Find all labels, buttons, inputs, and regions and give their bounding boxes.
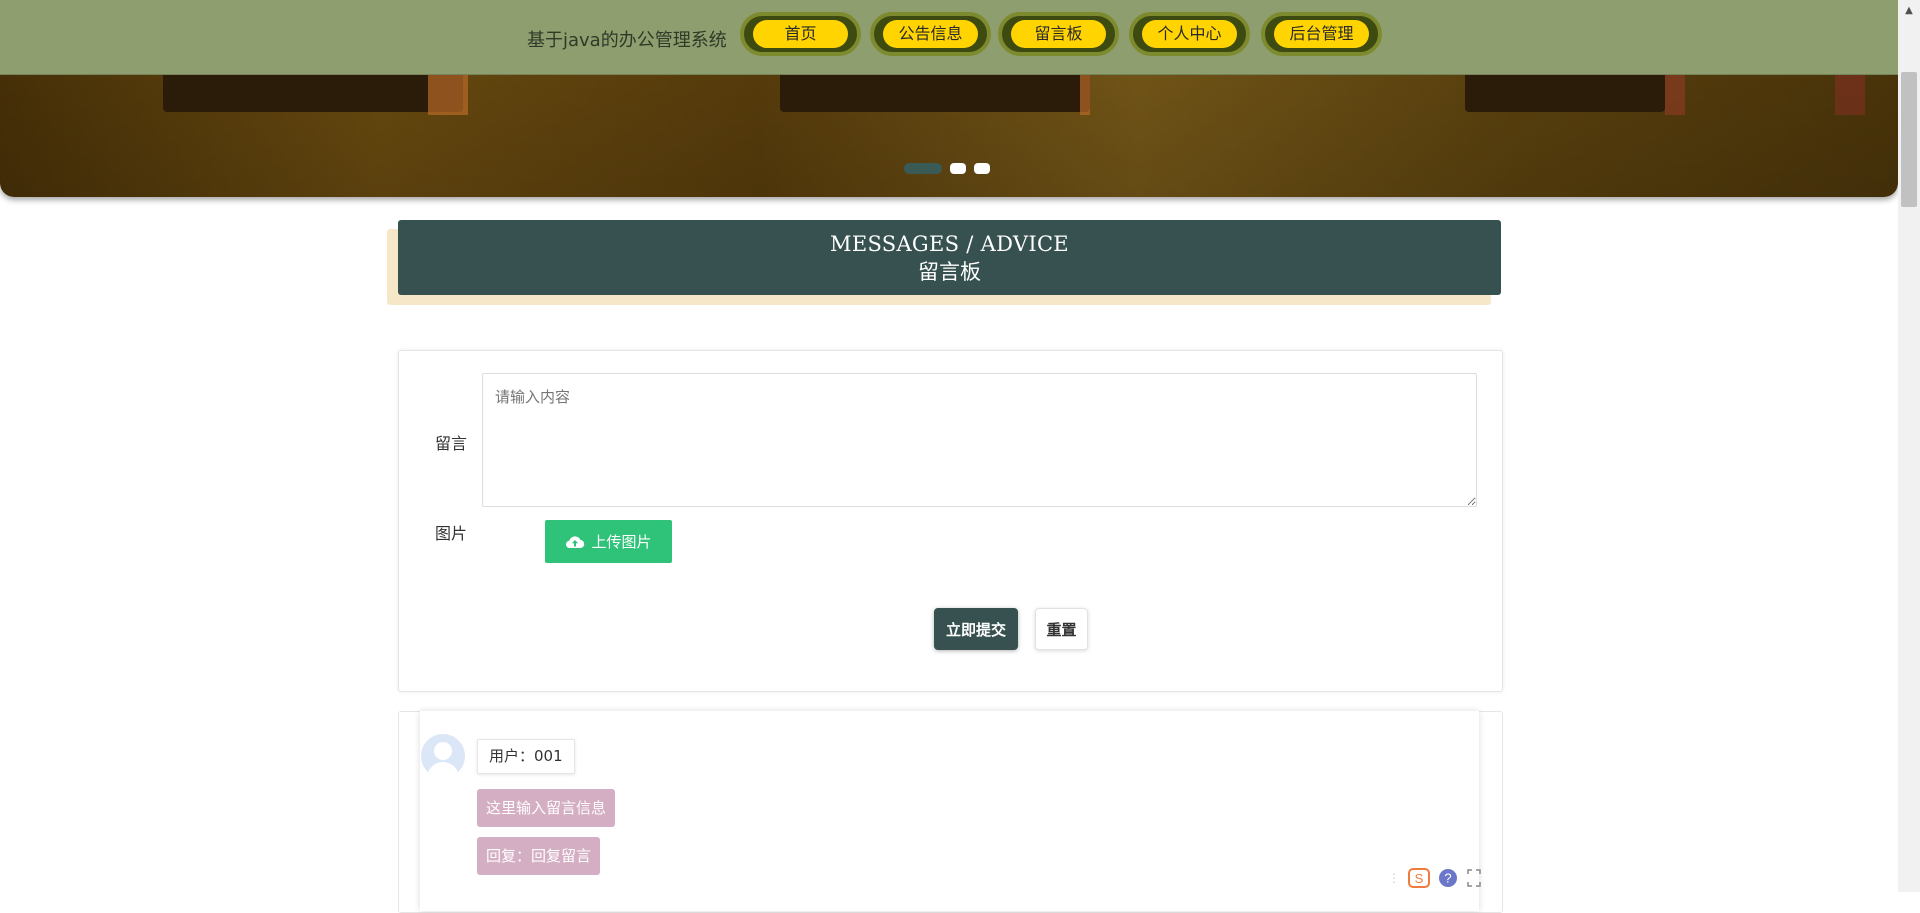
scroll-up-icon[interactable]: ▲: [1898, 0, 1920, 20]
carousel-dot[interactable]: [904, 163, 942, 174]
reset-button[interactable]: 重置: [1035, 608, 1088, 650]
banner-shape: [1835, 75, 1865, 115]
banner-shape: [780, 72, 1090, 112]
nav-item-label: 首页: [753, 20, 848, 48]
nav-item-announcements[interactable]: 公告信息: [870, 12, 991, 56]
submit-button[interactable]: 立即提交: [934, 608, 1018, 650]
nav-item-label: 留言板: [1011, 20, 1106, 48]
banner-shape: [1465, 72, 1665, 112]
scrollbar-thumb[interactable]: [1901, 72, 1917, 207]
help-icon[interactable]: ?: [1438, 868, 1458, 888]
section-title-bar: MESSAGES / ADVICE 留言板: [398, 220, 1501, 295]
nav-item-admin[interactable]: 后台管理: [1261, 12, 1382, 56]
section-title-cn: 留言板: [918, 260, 981, 284]
corner-toolbar: ⋮ S ?: [1388, 868, 1482, 888]
message-input[interactable]: [482, 373, 1477, 507]
section-title-en: MESSAGES / ADVICE: [830, 232, 1069, 256]
upload-image-button[interactable]: 上传图片: [545, 520, 672, 563]
nav-item-message-board[interactable]: 留言板: [998, 12, 1119, 56]
message-label: 留言: [435, 434, 468, 453]
upload-image-label: 上传图片: [591, 534, 652, 551]
carousel-dot[interactable]: [974, 163, 990, 174]
nav-item-label: 公告信息: [883, 20, 978, 48]
banner-shape: [163, 72, 463, 112]
sogou-icon[interactable]: S: [1408, 868, 1430, 888]
message-reply: 回复：回复留言: [477, 837, 601, 875]
svg-text:?: ?: [1444, 871, 1451, 886]
banner-shape: [428, 75, 468, 115]
divider-icon: ⋮: [1388, 871, 1400, 885]
image-label: 图片: [435, 524, 468, 543]
top-nav: 基于java的办公管理系统 首页 公告信息 留言板 个人中心 后台管理: [0, 0, 1898, 75]
banner-shape: [1080, 75, 1090, 115]
banner-shape: [1665, 75, 1685, 115]
message-user: 用户：001: [477, 739, 575, 774]
cloud-upload-icon: [566, 535, 585, 548]
nav-item-label: 后台管理: [1274, 20, 1369, 48]
carousel-indicators: [904, 163, 990, 174]
nav-item-label: 个人中心: [1142, 20, 1237, 48]
expand-icon[interactable]: [1466, 868, 1482, 888]
nav-item-home[interactable]: 首页: [740, 12, 861, 56]
nav-item-profile[interactable]: 个人中心: [1129, 12, 1250, 56]
avatar-icon: [421, 734, 465, 778]
site-title: 基于java的办公管理系统: [527, 30, 727, 51]
svg-text:S: S: [1415, 871, 1424, 886]
message-content: 这里输入留言信息: [477, 789, 616, 827]
carousel-dot[interactable]: [950, 163, 966, 174]
